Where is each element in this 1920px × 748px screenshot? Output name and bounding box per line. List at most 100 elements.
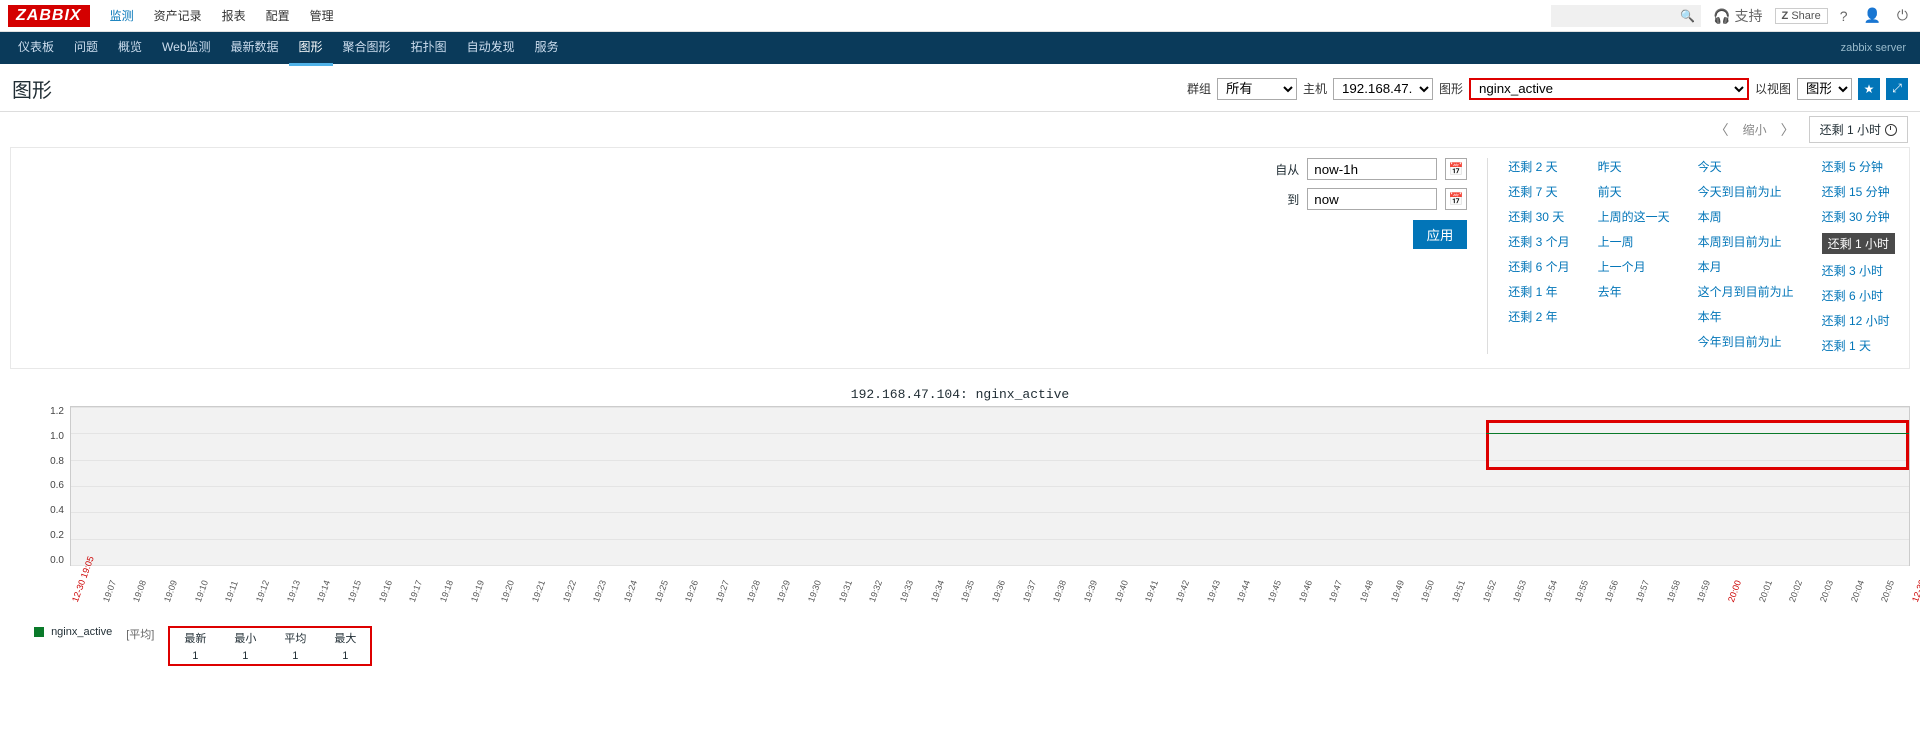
- time-preset[interactable]: 本年: [1698, 308, 1794, 325]
- from-input[interactable]: [1307, 158, 1437, 180]
- submenu-item[interactable]: 最新数据: [221, 31, 289, 66]
- x-tick: 19:54: [1542, 579, 1559, 604]
- time-preset[interactable]: 上一个月: [1598, 258, 1670, 275]
- submenu-item[interactable]: 自动发现: [457, 31, 525, 66]
- submenu-item[interactable]: 问题: [64, 31, 108, 66]
- time-preset[interactable]: 这个月到目前为止: [1698, 283, 1794, 300]
- x-tick: 19:56: [1603, 579, 1620, 604]
- x-tick: 19:55: [1573, 579, 1590, 604]
- x-tick: 20:01: [1757, 579, 1774, 604]
- x-tick: 19:29: [775, 579, 792, 604]
- submenu-item[interactable]: Web监测: [152, 31, 220, 66]
- time-preset[interactable]: 还剩 30 天: [1508, 208, 1569, 225]
- time-preset[interactable]: 昨天: [1598, 158, 1670, 175]
- x-tick: 19:20: [499, 579, 516, 604]
- prev-icon[interactable]: 〈: [1711, 120, 1733, 140]
- x-tick: 19:27: [714, 579, 731, 604]
- time-range-tab[interactable]: 还剩 1 小时: [1809, 116, 1908, 143]
- search-input[interactable]: [1551, 5, 1701, 27]
- time-preset[interactable]: 还剩 6 小时: [1822, 287, 1895, 304]
- logo: ZABBIX: [8, 5, 90, 27]
- title-bar: 图形 群组 所有 主机 192.168.47.104 图形 nginx_acti…: [0, 64, 1920, 111]
- time-preset[interactable]: 本月: [1698, 258, 1794, 275]
- graph-select[interactable]: nginx_active: [1469, 78, 1749, 100]
- time-preset[interactable]: 还剩 1 小时: [1822, 233, 1895, 254]
- submenu-item[interactable]: 服务: [525, 31, 569, 66]
- submenu-item[interactable]: 概览: [108, 31, 152, 66]
- legend-series: nginx_active: [34, 626, 112, 638]
- time-preset[interactable]: 前天: [1598, 183, 1670, 200]
- x-tick: 20:03: [1818, 579, 1835, 604]
- x-tick: 19:30: [806, 579, 823, 604]
- time-preset[interactable]: 今天: [1698, 158, 1794, 175]
- time-preset[interactable]: 还剩 6 个月: [1508, 258, 1569, 275]
- x-tick: 19:45: [1266, 579, 1283, 604]
- group-select[interactable]: 所有: [1217, 78, 1297, 100]
- user-icon[interactable]: 👤: [1859, 7, 1884, 24]
- x-tick: 19:09: [162, 579, 179, 604]
- time-preset[interactable]: 今天到目前为止: [1698, 183, 1794, 200]
- time-preset[interactable]: 本周到目前为止: [1698, 233, 1794, 250]
- submenu-item[interactable]: 仪表板: [8, 31, 64, 66]
- view-label: 以视图: [1755, 80, 1791, 97]
- x-tick: 19:10: [193, 579, 210, 604]
- time-preset[interactable]: 还剩 3 个月: [1508, 233, 1569, 250]
- x-tick: 19:59: [1695, 579, 1712, 604]
- favorite-button[interactable]: ★: [1858, 78, 1880, 100]
- x-tick: 19:50: [1419, 579, 1436, 604]
- time-preset[interactable]: 还剩 5 分钟: [1822, 158, 1895, 175]
- search-icon[interactable]: 🔍: [1680, 9, 1695, 23]
- x-tick: 19:22: [561, 579, 578, 604]
- time-preset[interactable]: 还剩 12 小时: [1822, 312, 1895, 329]
- topmenu-item[interactable]: 资产记录: [144, 0, 212, 32]
- calendar-icon[interactable]: 📅: [1445, 158, 1467, 180]
- power-icon[interactable]: ⏻: [1893, 7, 1912, 24]
- submenu-item[interactable]: 拓扑图: [401, 31, 457, 66]
- help-icon[interactable]: ?: [1836, 8, 1852, 24]
- topmenu-item[interactable]: 配置: [256, 0, 300, 32]
- page-title: 图形: [12, 74, 52, 103]
- time-preset[interactable]: 去年: [1598, 283, 1670, 300]
- next-icon[interactable]: 〉: [1777, 120, 1799, 140]
- zoom-out[interactable]: 缩小: [1743, 121, 1767, 138]
- time-preset[interactable]: 还剩 7 天: [1508, 183, 1569, 200]
- submenu-item[interactable]: 图形: [289, 31, 333, 66]
- x-tick: 19:12: [254, 579, 271, 604]
- x-tick: 19:43: [1205, 579, 1222, 604]
- to-input[interactable]: [1307, 188, 1437, 210]
- legend-aggregate: [平均]: [126, 626, 154, 642]
- fullscreen-button[interactable]: ⤢: [1886, 78, 1908, 100]
- time-preset[interactable]: 还剩 3 小时: [1822, 262, 1895, 279]
- time-tab-row: 〈 缩小 〉 还剩 1 小时: [0, 111, 1920, 147]
- time-preset[interactable]: 本周: [1698, 208, 1794, 225]
- view-select[interactable]: 图形: [1797, 78, 1852, 100]
- topmenu-item[interactable]: 监测: [100, 0, 144, 32]
- share-button[interactable]: Z Share: [1775, 8, 1828, 24]
- time-preset[interactable]: 上一周: [1598, 233, 1670, 250]
- x-tick: 19:49: [1389, 579, 1406, 604]
- x-tick: 19:15: [346, 579, 363, 604]
- topmenu-item[interactable]: 管理: [300, 0, 344, 32]
- topmenu-item[interactable]: 报表: [212, 0, 256, 32]
- x-tick: 19:48: [1358, 579, 1375, 604]
- calendar-icon[interactable]: 📅: [1445, 188, 1467, 210]
- top-nav: ZABBIX 监测资产记录报表配置管理 🔍 🎧 支持 Z Share ? 👤 ⏻: [0, 0, 1920, 32]
- time-preset[interactable]: 上周的这一天: [1598, 208, 1670, 225]
- x-tick: 19:44: [1235, 579, 1252, 604]
- legend-swatch: [34, 627, 44, 637]
- time-preset[interactable]: 还剩 2 年: [1508, 308, 1569, 325]
- time-preset[interactable]: 还剩 1 年: [1508, 283, 1569, 300]
- x-tick: 19:25: [653, 579, 670, 604]
- chart-legend: nginx_active [平均] 最新最小平均最大 1111: [10, 610, 1910, 676]
- time-preset[interactable]: 还剩 30 分钟: [1822, 208, 1895, 225]
- graph-label: 图形: [1439, 80, 1463, 97]
- time-preset[interactable]: 还剩 1 天: [1822, 337, 1895, 354]
- support-link[interactable]: 🎧 支持: [1709, 6, 1766, 26]
- chart: 192.168.47.104: nginx_active 1.21.00.80.…: [10, 379, 1910, 676]
- time-preset[interactable]: 今年到目前为止: [1698, 333, 1794, 350]
- time-preset[interactable]: 还剩 15 分钟: [1822, 183, 1895, 200]
- apply-button[interactable]: 应用: [1413, 220, 1468, 249]
- time-preset[interactable]: 还剩 2 天: [1508, 158, 1569, 175]
- host-select[interactable]: 192.168.47.104: [1333, 78, 1433, 100]
- submenu-item[interactable]: 聚合图形: [333, 31, 401, 66]
